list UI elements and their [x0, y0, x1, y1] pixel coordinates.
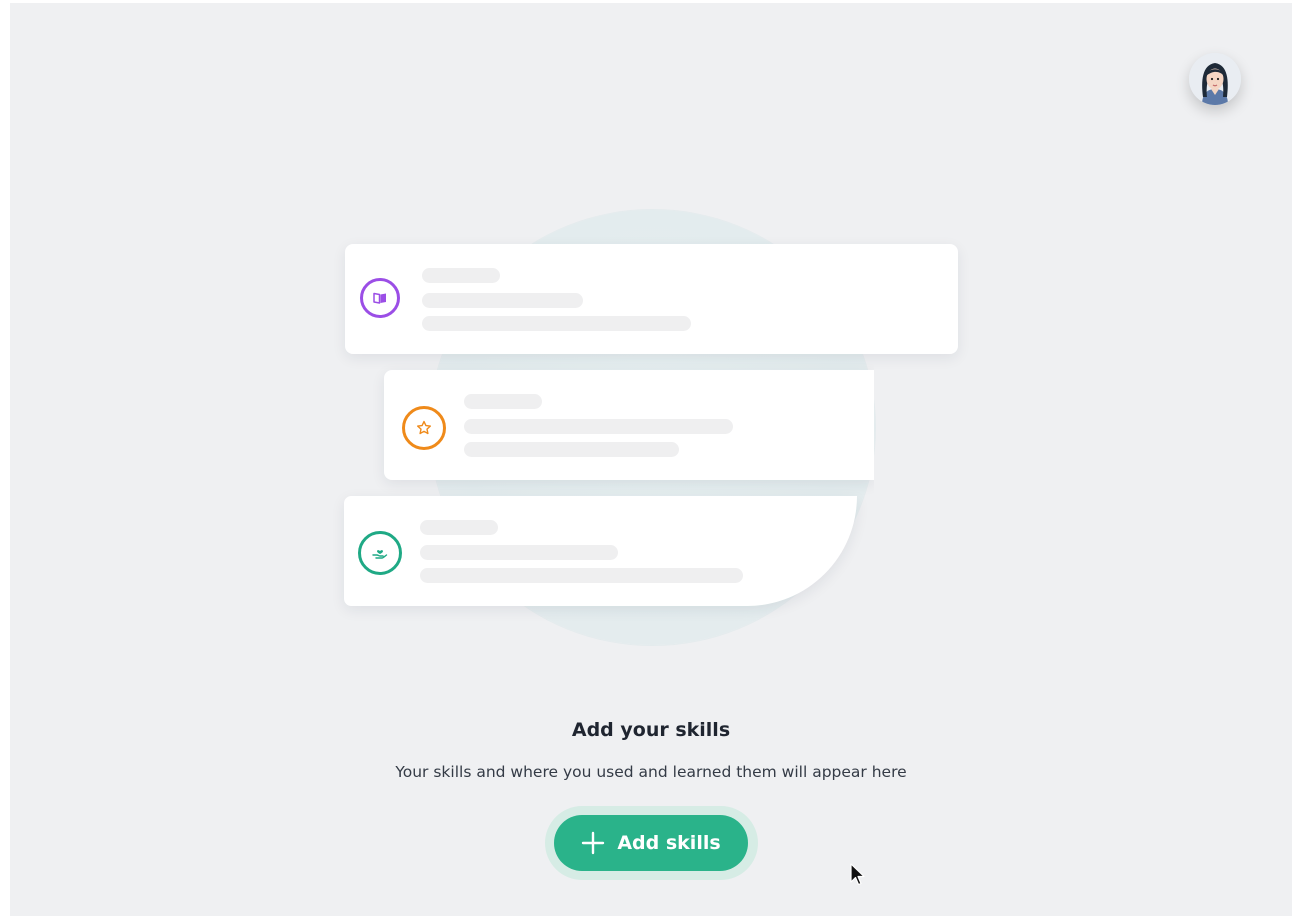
placeholder-line — [422, 293, 583, 308]
skills-page: Add your skills Your skills and where yo… — [10, 3, 1292, 916]
avatar-portrait-icon — [1189, 53, 1241, 105]
hand-heart-icon — [358, 531, 402, 575]
placeholder-line — [464, 419, 733, 434]
placeholder-line — [420, 568, 743, 583]
placeholder-card — [345, 244, 958, 354]
placeholder-line — [422, 316, 691, 331]
plus-icon — [582, 831, 605, 855]
mouse-cursor-icon — [850, 863, 866, 891]
add-skills-button[interactable]: Add skills — [554, 815, 748, 871]
placeholder-card — [384, 370, 874, 480]
placeholder-line — [420, 545, 618, 560]
empty-state-description: Your skills and where you used and learn… — [395, 763, 907, 781]
placeholder-line — [422, 268, 500, 283]
star-icon — [402, 406, 446, 450]
empty-state-title: Add your skills — [571, 719, 731, 741]
add-skills-button-label: Add skills — [617, 832, 721, 854]
placeholder-line — [420, 520, 498, 535]
placeholder-line — [464, 442, 679, 457]
placeholder-card — [344, 496, 857, 606]
placeholder-line — [464, 394, 542, 409]
user-avatar[interactable] — [1189, 53, 1241, 105]
book-icon — [360, 278, 400, 318]
